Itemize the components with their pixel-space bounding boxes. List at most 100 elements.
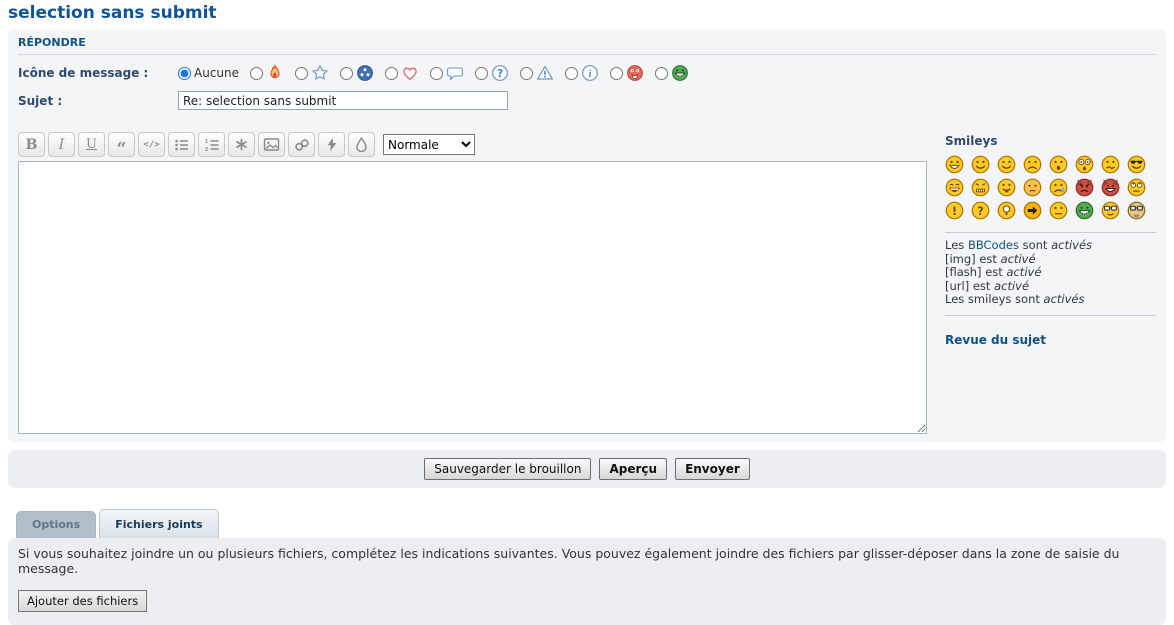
underline-icon: U bbox=[86, 137, 97, 152]
message-icon-options: Aucune?! i bbox=[178, 64, 700, 82]
smiley-question-icon[interactable]: ? bbox=[971, 201, 990, 220]
attachments-hint: Si vous souhaitez joindre un ou plusieur… bbox=[18, 546, 1156, 576]
message-icon-radio-dots[interactable] bbox=[340, 67, 353, 80]
smiley-rolleyes-icon[interactable] bbox=[1127, 178, 1146, 197]
italic-button[interactable]: I bbox=[48, 132, 75, 157]
code-icon: </> bbox=[143, 140, 159, 150]
underline-button[interactable]: U bbox=[78, 132, 105, 157]
svg-text:!: ! bbox=[952, 204, 957, 218]
message-icon-option-warning[interactable]: ! bbox=[520, 64, 554, 82]
code-button[interactable]: </> bbox=[138, 132, 165, 157]
message-icon-option-heart[interactable] bbox=[385, 64, 419, 82]
tab-options[interactable]: Options bbox=[16, 511, 96, 538]
list-item-button[interactable] bbox=[228, 132, 255, 157]
smiley-idea-icon[interactable] bbox=[997, 201, 1016, 220]
status-value: activés bbox=[1044, 292, 1085, 306]
smiley-lol-icon[interactable] bbox=[945, 178, 964, 197]
message-icon-option-star[interactable] bbox=[295, 64, 329, 82]
status-value: activé bbox=[994, 279, 1029, 293]
divider bbox=[945, 232, 1156, 233]
bold-button[interactable]: B bbox=[18, 132, 45, 157]
message-icon-radio-mrgreen[interactable] bbox=[655, 67, 668, 80]
bubble-icon bbox=[446, 64, 464, 82]
svg-text:!: ! bbox=[543, 71, 547, 81]
smiley-sad-icon[interactable] bbox=[1023, 155, 1042, 174]
link-icon bbox=[294, 137, 310, 153]
smiley-surprised-icon[interactable] bbox=[1049, 155, 1068, 174]
subject-input[interactable] bbox=[178, 91, 508, 110]
preview-button[interactable]: Aperçu bbox=[599, 458, 667, 480]
bold-icon: B bbox=[26, 137, 38, 153]
message-icon-radio-question[interactable] bbox=[475, 67, 488, 80]
font-size-select[interactable]: Normale bbox=[383, 134, 475, 155]
submit-button[interactable]: Envoyer bbox=[675, 458, 750, 480]
save-draft-button[interactable]: Sauvegarder le brouillon bbox=[424, 458, 591, 480]
smileys-title: Smileys bbox=[945, 134, 1156, 148]
status-value: activés bbox=[1051, 238, 1092, 252]
image-button[interactable] bbox=[258, 132, 285, 157]
smiley-geek-icon[interactable] bbox=[1101, 201, 1120, 220]
smiley-exclaim-icon[interactable]: ! bbox=[945, 201, 964, 220]
color-button[interactable] bbox=[348, 132, 375, 157]
add-files-button[interactable]: Ajouter des fichiers bbox=[18, 590, 147, 612]
smiley-neutral-icon[interactable] bbox=[1049, 201, 1068, 220]
dots-icon bbox=[356, 64, 374, 82]
message-icon-option-none[interactable]: Aucune bbox=[178, 66, 239, 80]
message-icon-radio-fire[interactable] bbox=[250, 67, 263, 80]
message-icon-option-info[interactable]: i bbox=[565, 64, 599, 82]
star-icon bbox=[311, 64, 329, 82]
bbcodes-link[interactable]: BBCodes bbox=[968, 238, 1019, 252]
message-icon-radio-none[interactable] bbox=[178, 67, 191, 80]
message-textarea[interactable] bbox=[18, 161, 927, 434]
list-bullet-button[interactable] bbox=[168, 132, 195, 157]
smiley-razz-icon[interactable] bbox=[997, 178, 1016, 197]
message-icon-radio-warning[interactable] bbox=[520, 67, 533, 80]
bbcode-status-line: [img] est activé bbox=[945, 253, 1156, 267]
tab-fichiers-joints[interactable]: Fichiers joints bbox=[99, 509, 218, 538]
smiley-ugeek-icon[interactable] bbox=[1127, 201, 1146, 220]
smiley-eek-icon[interactable] bbox=[1075, 155, 1094, 174]
smiley-evil-icon[interactable] bbox=[1075, 178, 1094, 197]
message-icon-option-bubble[interactable] bbox=[430, 64, 464, 82]
smiley-confused-icon[interactable] bbox=[1101, 155, 1120, 174]
smiley-cool-icon[interactable] bbox=[1127, 155, 1146, 174]
message-icon-option-mrgreen[interactable] bbox=[655, 64, 689, 82]
message-icon-option-razz[interactable] bbox=[610, 64, 644, 82]
smiley-grid: !? bbox=[945, 155, 1156, 220]
list-ordered-button[interactable]: 12 bbox=[198, 132, 225, 157]
smiley-very-happy-icon[interactable] bbox=[945, 155, 964, 174]
smiley-mrgreen-icon[interactable] bbox=[1075, 201, 1094, 220]
flash-button[interactable] bbox=[318, 132, 345, 157]
status-value: activé bbox=[1001, 252, 1036, 266]
message-icon-option-fire[interactable] bbox=[250, 64, 284, 82]
quote-button[interactable]: “ bbox=[108, 132, 135, 157]
smiley-arrow-icon[interactable] bbox=[1023, 201, 1042, 220]
link-button[interactable] bbox=[288, 132, 315, 157]
fire-icon bbox=[266, 64, 284, 82]
message-icon-radio-heart[interactable] bbox=[385, 67, 398, 80]
mrgreen-icon bbox=[671, 64, 689, 82]
smiley-wink-icon[interactable] bbox=[997, 155, 1016, 174]
bbcode-status-line: [url] est activé bbox=[945, 280, 1156, 294]
smiley-embarrassed-icon[interactable] bbox=[1023, 178, 1042, 197]
smiley-mad-icon[interactable] bbox=[971, 178, 990, 197]
razz-icon bbox=[626, 64, 644, 82]
status-value: activé bbox=[1006, 265, 1041, 279]
image-icon bbox=[263, 136, 280, 153]
topic-review-link[interactable]: Revue du sujet bbox=[945, 333, 1046, 347]
message-icon-radio-star[interactable] bbox=[295, 67, 308, 80]
status-text: Les bbox=[945, 238, 968, 252]
reply-panel-header: RÉPONDRE bbox=[18, 29, 1156, 55]
warning-icon: ! bbox=[536, 64, 554, 82]
smiley-twisted-icon[interactable] bbox=[1101, 178, 1120, 197]
smiley-cry-icon[interactable] bbox=[1049, 178, 1068, 197]
message-icon-radio-info[interactable] bbox=[565, 67, 578, 80]
message-icon-radio-razz[interactable] bbox=[610, 67, 623, 80]
smiley-smile-icon[interactable] bbox=[971, 155, 990, 174]
bbcode-toolbar: BIU “ </> 12 Normale bbox=[18, 132, 927, 157]
message-icon-radio-bubble[interactable] bbox=[430, 67, 443, 80]
message-icon-option-question[interactable]: ? bbox=[475, 64, 509, 82]
message-icon-label: Icône de message : bbox=[18, 66, 178, 80]
message-icon-option-dots[interactable] bbox=[340, 64, 374, 82]
quote-icon: “ bbox=[117, 137, 127, 153]
